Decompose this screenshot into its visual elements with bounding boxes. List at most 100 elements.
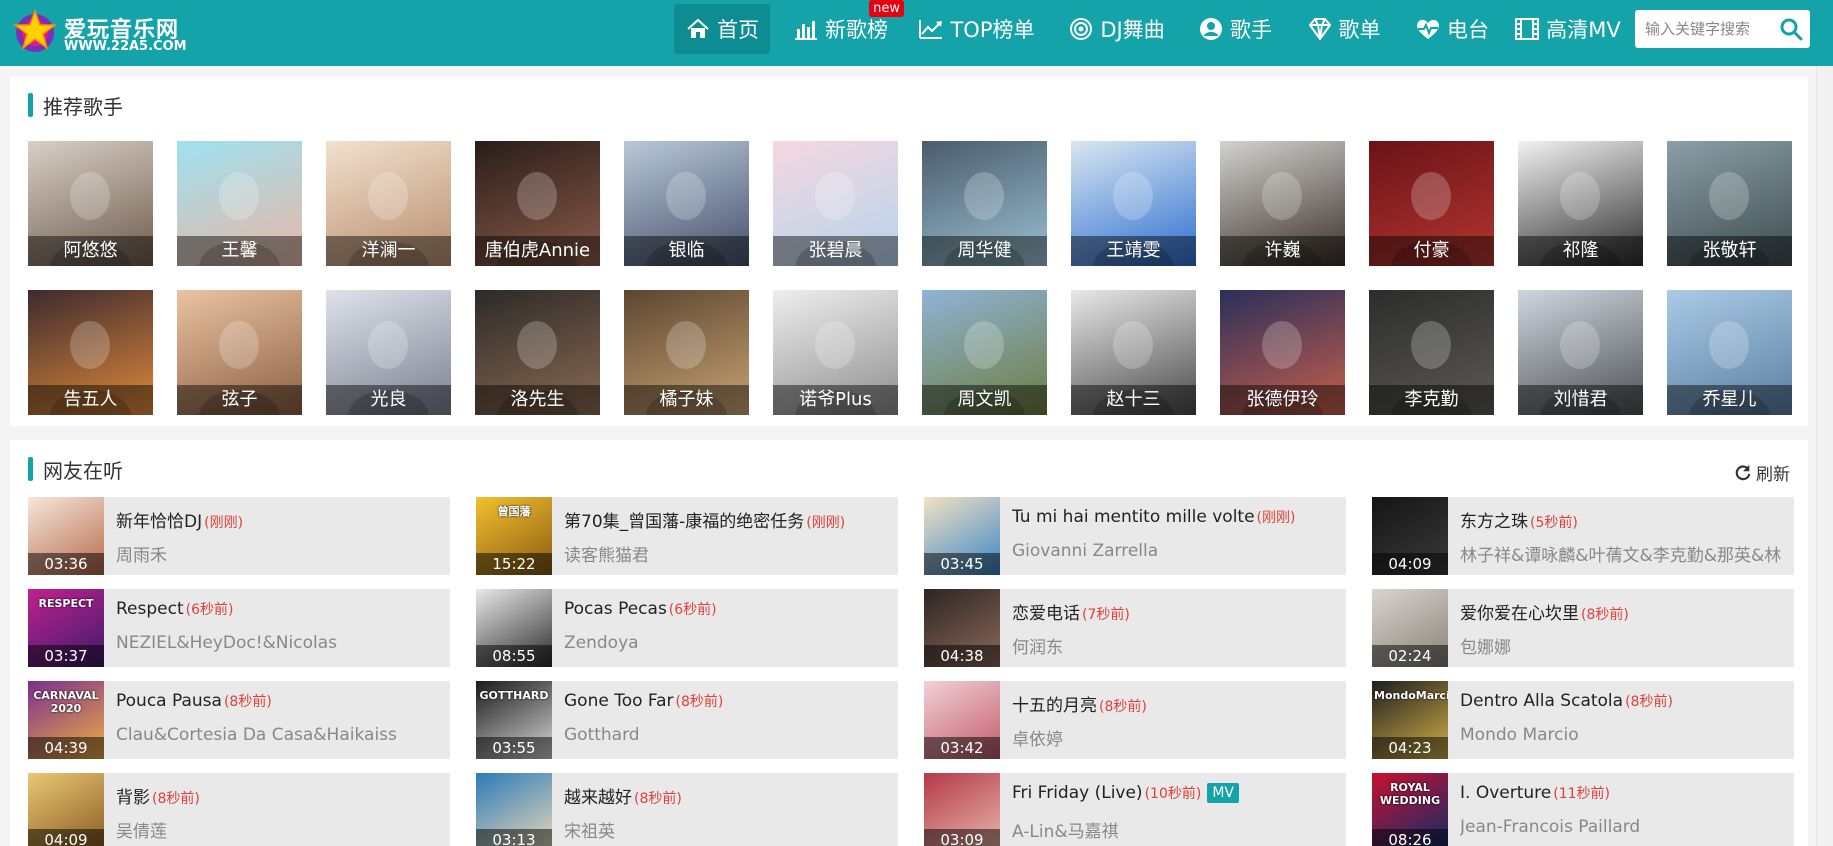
singer-card[interactable]: 刘惜君 (1518, 290, 1643, 415)
song-item[interactable]: 04:09 背影 (8秒前) 吴倩莲 (28, 773, 450, 846)
song-cover[interactable]: 03:13 (476, 773, 552, 846)
song-item[interactable]: 03:42 十五的月亮 (8秒前) 卓依婷 (924, 681, 1346, 759)
song-item[interactable]: 04:09 东方之珠 (5秒前) 林子祥&谭咏麟&叶蒨文&李克勤&那英&林 (1372, 497, 1794, 575)
singer-card[interactable]: 银临 (624, 141, 749, 266)
nav-item-6[interactable]: 电台 (1403, 4, 1501, 54)
song-title[interactable]: I. Overture (1460, 783, 1551, 803)
song-artist[interactable]: Jean-Francois Paillard (1460, 817, 1790, 837)
song-artist[interactable]: 周雨禾 (116, 541, 446, 566)
song-artist[interactable]: 宋祖英 (564, 817, 894, 842)
song-item[interactable]: 03:13 越来越好 (8秒前) 宋祖英 (476, 773, 898, 846)
singer-card[interactable]: 乔星儿 (1667, 290, 1792, 415)
song-artist[interactable]: A-Lin&马嘉祺 (1012, 817, 1342, 842)
singer-card[interactable]: 付豪 (1369, 141, 1494, 266)
singer-card[interactable]: 许巍 (1220, 141, 1345, 266)
singer-card[interactable]: 赵十三 (1071, 290, 1196, 415)
song-title[interactable]: Gone Too Far (564, 691, 674, 711)
singer-card[interactable]: 周文凯 (922, 290, 1047, 415)
nav-item-5[interactable]: 歌单 (1296, 4, 1391, 54)
song-title[interactable]: Tu mi hai mentito mille volte (1012, 507, 1255, 527)
singer-card[interactable]: 王靖雯 (1071, 141, 1196, 266)
song-artist[interactable]: 林子祥&谭咏麟&叶蒨文&李克勤&那英&林 (1460, 541, 1790, 566)
singer-card[interactable]: 张碧晨 (773, 141, 898, 266)
song-cover[interactable]: 曾国藩 15:22 (476, 497, 552, 575)
song-cover[interactable]: 02:24 (1372, 589, 1448, 667)
song-cover[interactable]: MondoMarcio 04:23 (1372, 681, 1448, 759)
song-artist[interactable]: 吴倩莲 (116, 817, 446, 842)
singer-card[interactable]: 洋澜一 (326, 141, 451, 266)
song-title[interactable]: Pouca Pausa (116, 691, 222, 711)
song-cover[interactable]: 03:42 (924, 681, 1000, 759)
song-artist[interactable]: NEZIEL&HeyDoc!&Nicolas (116, 633, 446, 653)
singer-card[interactable]: 告五人 (28, 290, 153, 415)
singer-card[interactable]: 弦子 (177, 290, 302, 415)
song-title[interactable]: 新年恰恰DJ (116, 512, 202, 532)
song-cover[interactable]: RESPECT 03:37 (28, 589, 104, 667)
search-input[interactable] (1645, 18, 1775, 40)
song-artist[interactable]: 包娜娜 (1460, 633, 1790, 658)
song-item[interactable]: 03:36 新年恰恰DJ (刚刚) 周雨禾 (28, 497, 450, 575)
song-item[interactable]: CARNAVAL 2020 04:39 Pouca Pausa (8秒前) Clau&C… (28, 681, 450, 759)
nav-item-3[interactable]: DJ舞曲 (1064, 4, 1169, 54)
singer-card[interactable]: 张敬轩 (1667, 141, 1792, 266)
song-artist[interactable]: Gotthard (564, 725, 894, 745)
song-title[interactable]: Fri Friday (Live) (1012, 783, 1143, 803)
song-cover[interactable]: 08:55 (476, 589, 552, 667)
site-logo[interactable]: 爱玩音乐网 WWW.22A5.COM (10, 6, 210, 56)
search-icon[interactable] (1779, 17, 1803, 41)
song-item[interactable]: GOTTHARD 03:55 Gone Too Far (8秒前) Gotthard (476, 681, 898, 759)
song-title[interactable]: 第70集_曾国藩-康福的绝密任务 (564, 512, 804, 532)
song-item[interactable]: 03:09 Fri Friday (Live) (10秒前) MV A-Lin&马嘉祺 (924, 773, 1346, 846)
song-item[interactable]: 03:45 Tu mi hai mentito mille volte (刚刚) Gi… (924, 497, 1346, 575)
song-cover[interactable]: 03:36 (28, 497, 104, 575)
singer-card[interactable]: 张德伊玲 (1220, 290, 1345, 415)
song-cover[interactable]: ROYAL WEDDING 08:26 (1372, 773, 1448, 846)
song-item[interactable]: 02:24 爱你爱在心坎里 (8秒前) 包娜娜 (1372, 589, 1794, 667)
song-artist[interactable]: Mondo Marcio (1460, 725, 1790, 745)
singer-card[interactable]: 橘子妹 (624, 290, 749, 415)
singer-card[interactable]: 唐伯虎Annie (475, 141, 600, 266)
song-title[interactable]: 爱你爱在心坎里 (1460, 604, 1579, 624)
song-item[interactable]: RESPECT 03:37 Respect (6秒前) NEZIEL&HeyDoc!&N… (28, 589, 450, 667)
song-cover[interactable]: 03:45 (924, 497, 1000, 575)
nav-item-7[interactable]: 高清MV (1510, 4, 1625, 54)
song-artist[interactable]: 读客熊猫君 (564, 541, 894, 566)
song-item[interactable]: ROYAL WEDDING 08:26 I. Overture (11秒前) Jean-… (1372, 773, 1794, 846)
song-title[interactable]: Dentro Alla Scatola (1460, 691, 1623, 711)
singer-card[interactable]: 洛先生 (475, 290, 600, 415)
singer-card[interactable]: 祁隆 (1518, 141, 1643, 266)
song-title[interactable]: 背影 (116, 788, 150, 808)
song-cover[interactable]: 04:09 (1372, 497, 1448, 575)
nav-item-2[interactable]: TOP榜单 (913, 4, 1040, 54)
song-item[interactable]: MondoMarcio 04:23 Dentro Alla Scatola(8秒前)… (1372, 681, 1794, 759)
song-title[interactable]: 十五的月亮 (1012, 696, 1097, 716)
song-item[interactable]: 04:38 恋爱电话 (7秒前) 何润东 (924, 589, 1346, 667)
nav-item-0[interactable]: 首页 (674, 4, 770, 54)
song-artist[interactable]: 卓依婷 (1012, 725, 1342, 750)
mv-badge[interactable]: MV (1207, 783, 1239, 803)
singer-card[interactable]: 阿悠悠 (28, 141, 153, 266)
singer-card[interactable]: 王馨 (177, 141, 302, 266)
nav-item-1[interactable]: 新歌榜 new (783, 0, 904, 54)
song-cover[interactable]: GOTTHARD 03:55 (476, 681, 552, 759)
song-artist[interactable]: Zendoya (564, 633, 894, 653)
song-item[interactable]: 曾国藩 15:22 第70集_曾国藩-康福的绝密任务 (刚刚) 读客熊猫君 (476, 497, 898, 575)
song-cover[interactable]: 03:09 (924, 773, 1000, 846)
song-artist[interactable]: Clau&Cortesia Da Casa&Haikaiss (116, 725, 446, 745)
refresh-button[interactable]: 刷新 (1734, 460, 1790, 485)
page-scrollbar[interactable] (1816, 66, 1833, 846)
song-cover[interactable]: CARNAVAL 2020 04:39 (28, 681, 104, 759)
nav-item-4[interactable]: 歌手 (1186, 4, 1284, 54)
song-cover[interactable]: 04:09 (28, 773, 104, 846)
singer-card[interactable]: 光良 (326, 290, 451, 415)
song-item[interactable]: 08:55 Pocas Pecas (6秒前) Zendoya (476, 589, 898, 667)
singer-card[interactable]: 李克勤 (1369, 290, 1494, 415)
song-title[interactable]: 越来越好 (564, 788, 632, 808)
song-cover[interactable]: 04:38 (924, 589, 1000, 667)
song-artist[interactable]: 何润东 (1012, 633, 1342, 658)
song-artist[interactable]: Giovanni Zarrella (1012, 541, 1342, 561)
song-title[interactable]: Respect (116, 599, 184, 619)
singer-card[interactable]: 诺爷Plus (773, 290, 898, 415)
singer-card[interactable]: 周华健 (922, 141, 1047, 266)
song-title[interactable]: 恋爱电话 (1012, 604, 1080, 624)
